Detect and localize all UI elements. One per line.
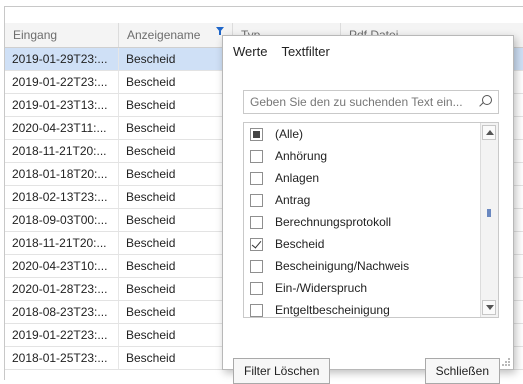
cell-anzeigename: Bescheid (119, 324, 233, 346)
filter-search-box (243, 90, 499, 114)
scroll-up-icon[interactable] (482, 125, 496, 140)
scrollbar[interactable] (480, 123, 498, 317)
cell-eingang: 2018-02-13T23:... (5, 186, 119, 208)
filter-item[interactable]: Berechnungsprotokoll (244, 211, 480, 233)
cell-anzeigename: Bescheid (119, 140, 233, 162)
search-icon (482, 95, 492, 105)
cell-anzeigename: Bescheid (119, 48, 233, 70)
filter-item-label: Berechnungsprotokoll (275, 215, 392, 229)
filter-checkbox[interactable] (250, 149, 263, 163)
cell-anzeigename: Bescheid (119, 255, 233, 277)
filter-item-label: Entgeltbescheinigung (275, 303, 390, 317)
filter-checkbox[interactable] (250, 127, 263, 141)
cell-eingang: 2018-11-21T20:... (5, 140, 119, 162)
filter-item-label: Bescheid (275, 237, 325, 251)
cell-eingang: 2018-01-25T23:... (5, 347, 119, 369)
filter-item-label: Anlagen (275, 171, 320, 185)
filter-checkbox[interactable] (250, 281, 263, 295)
resize-grip-icon[interactable] (502, 358, 510, 366)
scroll-thumb[interactable] (487, 209, 491, 217)
filter-item[interactable]: Entgeltbescheinigung (244, 299, 480, 317)
cell-eingang: 2019-01-22T23:... (5, 324, 119, 346)
cell-eingang: 2018-08-23T23:... (5, 301, 119, 323)
column-header-eingang[interactable]: Eingang (5, 23, 119, 47)
filter-item[interactable]: Anhörung (244, 145, 480, 167)
cell-anzeigename: Bescheid (119, 186, 233, 208)
filter-item[interactable]: (Alle) (244, 123, 480, 145)
cell-eingang: 2018-09-03T00:... (5, 209, 119, 231)
cell-anzeigename: Bescheid (119, 71, 233, 93)
filter-popup: Werte Textfilter (Alle) Anhörung Anlagen An… (222, 35, 514, 384)
column-header-label: Anzeigename (127, 28, 201, 42)
cell-anzeigename: Bescheid (119, 209, 233, 231)
filter-items: (Alle) Anhörung Anlagen Antrag Berechnungspr… (244, 123, 480, 317)
filter-item-label: Anhörung (275, 149, 328, 163)
column-header-anzeigename[interactable]: Anzeigename (119, 23, 233, 47)
cell-eingang: 2020-04-23T10:... (5, 255, 119, 277)
tab-textfilter[interactable]: Textfilter (277, 44, 333, 59)
filter-item[interactable]: Bescheinigung/Nachweis (244, 255, 480, 277)
close-button[interactable]: Schließen (424, 358, 500, 384)
tab-werte[interactable]: Werte (229, 44, 271, 59)
cell-eingang: 2019-01-22T23:... (5, 71, 119, 93)
filter-item-label: Bescheinigung/Nachweis (275, 259, 410, 273)
cell-anzeigename: Bescheid (119, 347, 233, 369)
cell-anzeigename: Bescheid (119, 232, 233, 254)
cell-eingang: 2019-01-23T13:... (5, 94, 119, 116)
cell-eingang: 2020-04-23T11:... (5, 117, 119, 139)
filter-checkbox[interactable] (250, 171, 263, 185)
filter-checkbox[interactable] (250, 215, 263, 229)
cell-eingang: 2018-11-21T20:... (5, 232, 119, 254)
filter-item[interactable]: Ein-/Widerspruch (244, 277, 480, 299)
cell-anzeigename: Bescheid (119, 278, 233, 300)
filter-item[interactable]: Antrag (244, 189, 480, 211)
filter-item[interactable]: Bescheid (244, 233, 480, 255)
cell-eingang: 2020-01-28T23:... (5, 278, 119, 300)
cell-anzeigename: Bescheid (119, 163, 233, 185)
scroll-down-icon[interactable] (482, 300, 496, 315)
filter-item-label: (Alle) (275, 127, 304, 141)
filter-item-label: Antrag (275, 193, 311, 207)
filter-value-list: (Alle) Anhörung Anlagen Antrag Berechnungspr… (243, 122, 499, 318)
filter-checkbox[interactable] (250, 237, 263, 251)
filter-checkbox[interactable] (250, 259, 263, 273)
cell-anzeigename: Bescheid (119, 94, 233, 116)
filter-search-input[interactable] (244, 91, 484, 113)
filter-checkbox[interactable] (250, 193, 263, 207)
cell-eingang: 2018-01-18T20:... (5, 163, 119, 185)
clear-filter-button[interactable]: Filter Löschen (233, 358, 331, 384)
filter-tabs: Werte Textfilter (223, 36, 513, 66)
filter-checkbox[interactable] (250, 303, 263, 317)
filter-icon[interactable] (216, 27, 224, 35)
filter-item-label: Ein-/Widerspruch (275, 281, 368, 295)
cell-eingang: 2019-01-29T23:... (5, 48, 119, 70)
cell-anzeigename: Bescheid (119, 301, 233, 323)
filter-item[interactable]: Anlagen (244, 167, 480, 189)
cell-anzeigename: Bescheid (119, 117, 233, 139)
